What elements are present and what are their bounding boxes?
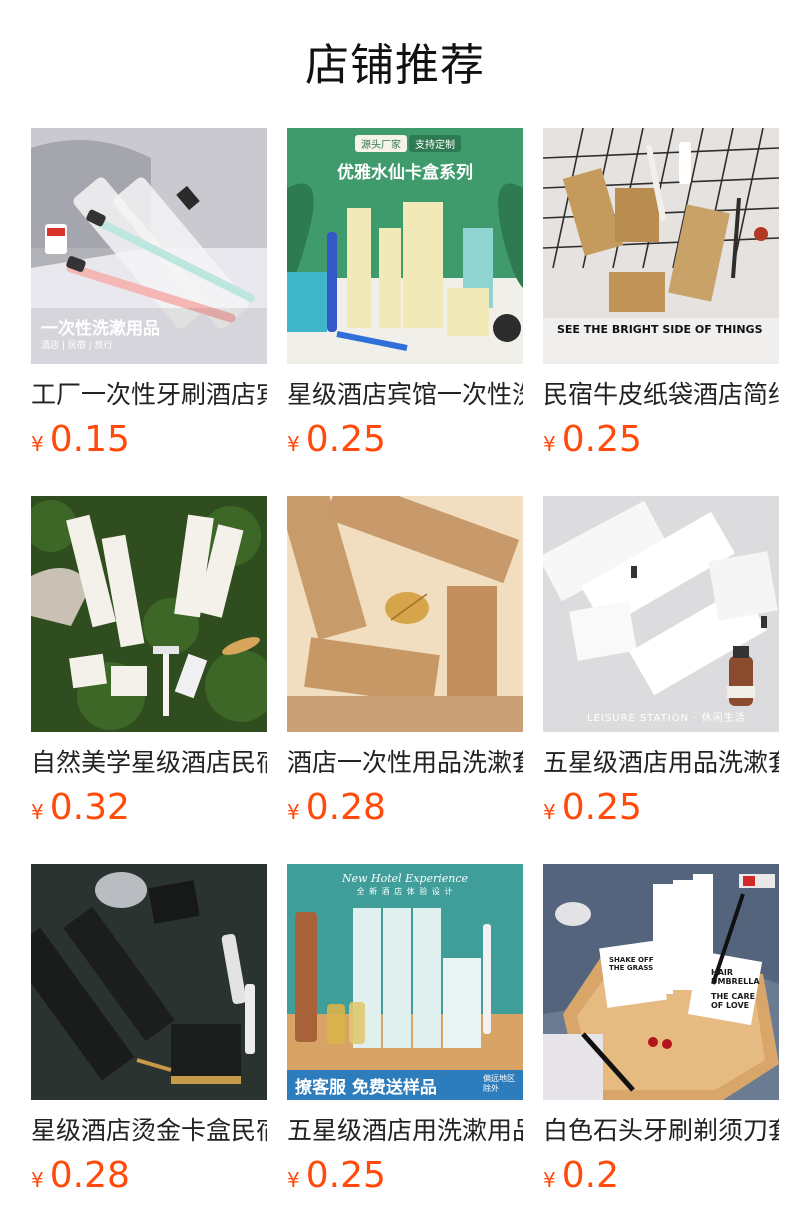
product-image-white-pack-set [543,496,779,732]
price-value: 0.28 [305,787,386,828]
product-card[interactable]: 酒店一次性用品洗漱套装 ¥0.28 [287,496,523,864]
price-value: 0.15 [49,419,130,460]
product-image[interactable]: SEE THE BRIGHT SIDE OF THINGS [543,128,779,364]
product-image[interactable]: HAIR UMBRELLA THE CARE OF LOVE SHAKE OFF… [543,864,779,1100]
image-tag: 支持定制 [409,135,461,152]
product-name[interactable]: 酒店一次性用品洗漱套装 [287,746,523,780]
image-caption: SEE THE BRIGHT SIDE OF THINGS [557,323,763,336]
product-price: ¥0.28 [287,786,386,830]
product-image-gold-foil-box-set [31,864,267,1100]
image-caption: LEISURE STATION · 休闲生活 [587,713,746,724]
image-header: New Hotel Experience [341,872,469,885]
product-card[interactable]: HAIR UMBRELLA THE CARE OF LOVE SHAKE OFF… [543,864,779,1232]
product-name[interactable]: 民宿牛皮纸袋酒店简约套装 [543,378,779,412]
price-value: 0.25 [561,419,642,460]
page-title: 店铺推荐 [305,40,485,91]
product-image-kraft-box-set [287,496,523,732]
product-name[interactable]: 星级酒店宾馆一次性洗漱用品 [287,378,523,412]
product-name[interactable]: 自然美学星级酒店民宿套装 [31,746,267,780]
product-image-teal-box-set [287,864,523,1100]
product-price: ¥0.25 [543,418,642,462]
product-name[interactable]: 五星级酒店用品洗漱套装 [543,746,779,780]
image-label: HAIR UMBRELLA [711,968,760,986]
currency-symbol: ¥ [31,800,44,824]
price-value: 0.2 [561,1155,619,1196]
product-image[interactable]: New Hotel Experience 全 新 酒 店 体 验 设 计 撩客服… [287,864,523,1100]
currency-symbol: ¥ [287,1168,300,1192]
product-image[interactable] [287,496,523,732]
product-image[interactable]: 一次性洗漱用品 酒店 | 民宿 | 旅行 [31,128,267,364]
image-subheader: 全 新 酒 店 体 验 设 计 [356,887,454,896]
price-value: 0.25 [305,1155,386,1196]
price-value: 0.32 [49,787,130,828]
product-price: ¥0.2 [543,1154,619,1198]
currency-symbol: ¥ [543,1168,556,1192]
currency-symbol: ¥ [31,432,44,456]
product-price: ¥0.25 [287,418,386,462]
product-price: ¥0.32 [31,786,130,830]
product-card[interactable]: 自然美学星级酒店民宿套装 ¥0.32 [31,496,267,864]
product-card[interactable]: LEISURE STATION · 休闲生活 五星级酒店用品洗漱套装 ¥0.25 [543,496,779,864]
currency-symbol: ¥ [287,800,300,824]
product-price: ¥0.15 [31,418,130,462]
product-name[interactable]: 星级酒店烫金卡盒民宿套装 [31,1114,267,1148]
product-card[interactable]: 星级酒店烫金卡盒民宿套装 ¥0.28 [31,864,267,1232]
product-card[interactable]: SEE THE BRIGHT SIDE OF THINGS 民宿牛皮纸袋酒店简约… [543,128,779,496]
image-caption: 优雅水仙卡盒系列 [337,163,473,183]
image-label: THE CARE OF LOVE [711,992,756,1010]
price-value: 0.28 [49,1155,130,1196]
product-price: ¥0.25 [543,786,642,830]
image-badge: 偏远地区除外 [483,1074,515,1093]
currency-symbol: ¥ [31,1168,44,1192]
product-card[interactable]: 一次性洗漱用品 酒店 | 民宿 | 旅行 工厂一次性牙刷酒店宾馆专用 ¥0.15 [31,128,267,496]
image-label: SHAKE OFF THE GRASS [609,956,654,972]
image-subcaption: 酒店 | 民宿 | 旅行 [41,341,113,351]
price-value: 0.25 [305,419,386,460]
product-price: ¥0.28 [31,1154,130,1198]
product-price: ¥0.25 [287,1154,386,1198]
image-banner: 撩客服 免费送样品 [295,1078,437,1098]
price-value: 0.25 [561,787,642,828]
product-image[interactable]: 源头厂家 支持定制 优雅水仙卡盒系列 [287,128,523,364]
product-image[interactable] [31,864,267,1100]
product-card[interactable]: 源头厂家 支持定制 优雅水仙卡盒系列 星级酒店宾馆一次性洗漱用品 ¥0.25 [287,128,523,496]
product-image[interactable] [31,496,267,732]
product-image[interactable]: LEISURE STATION · 休闲生活 [543,496,779,732]
currency-symbol: ¥ [287,432,300,456]
product-name[interactable]: 工厂一次性牙刷酒店宾馆专用 [31,378,267,412]
currency-symbol: ¥ [543,432,556,456]
product-grid: 一次性洗漱用品 酒店 | 民宿 | 旅行 工厂一次性牙刷酒店宾馆专用 ¥0.15 [31,128,781,1232]
image-tag: 源头厂家 [355,135,407,152]
image-caption: 一次性洗漱用品 [41,319,160,339]
product-image-nature-set [31,496,267,732]
product-card[interactable]: New Hotel Experience 全 新 酒 店 体 验 设 计 撩客服… [287,864,523,1232]
product-name[interactable]: 五星级酒店用洗漱用品 [287,1114,523,1148]
currency-symbol: ¥ [543,800,556,824]
product-name[interactable]: 白色石头牙刷剃须刀套装 [543,1114,779,1148]
